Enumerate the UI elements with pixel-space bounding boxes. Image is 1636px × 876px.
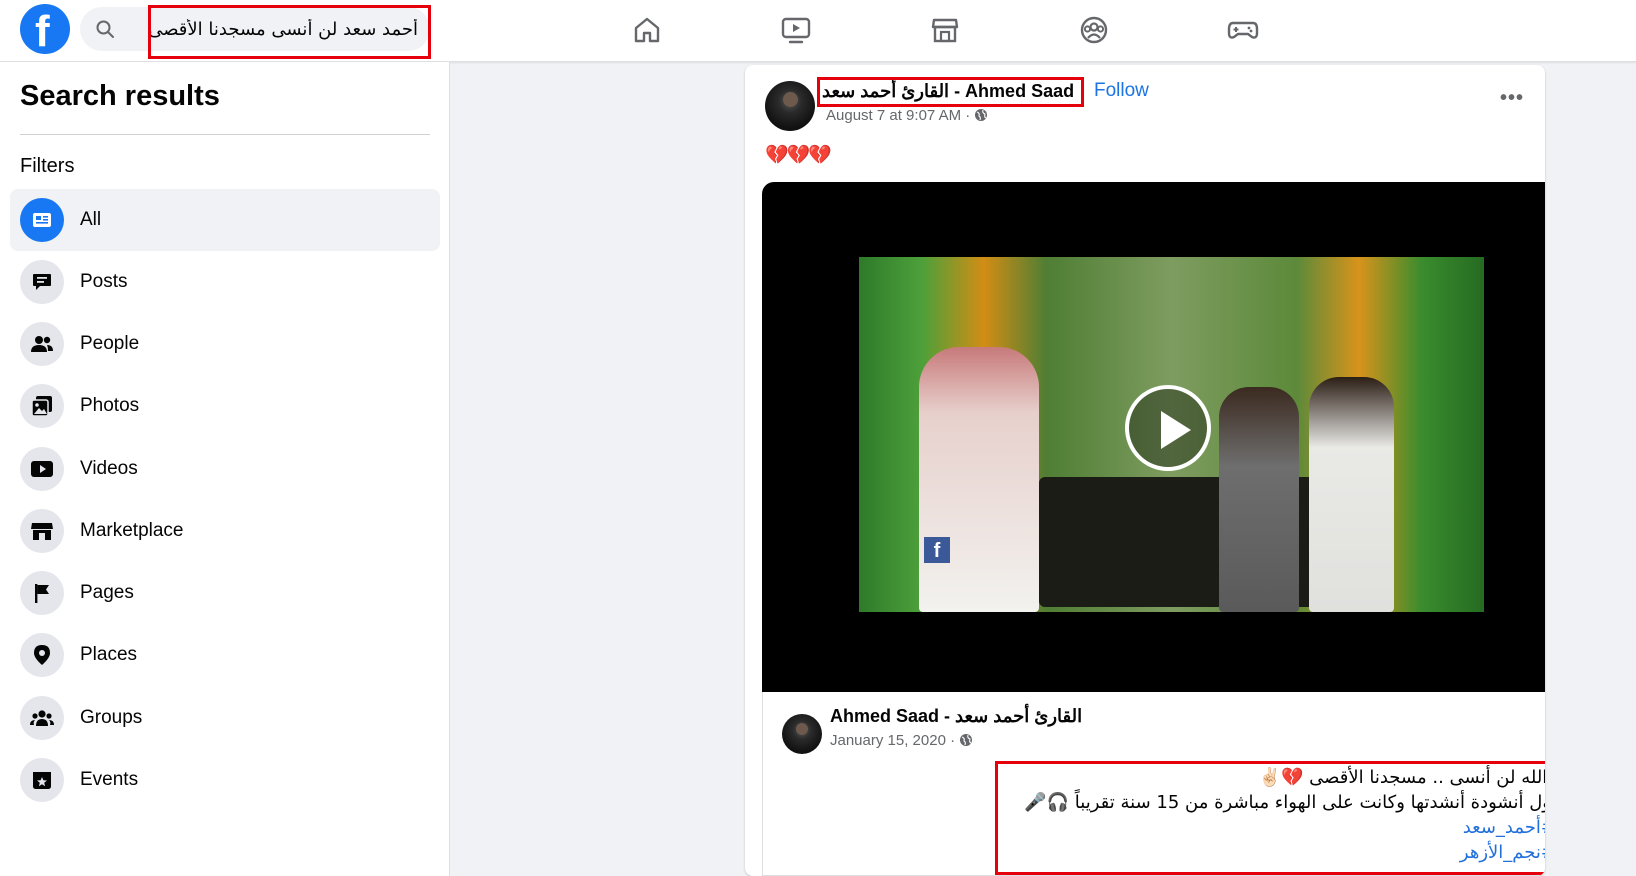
video-player[interactable]: f [762, 182, 1545, 692]
filter-people[interactable]: People [10, 313, 440, 375]
calendar-star-icon [20, 758, 64, 802]
filter-photos[interactable]: Photos [10, 375, 440, 437]
groups-icon[interactable] [1074, 10, 1114, 50]
filter-label: Groups [80, 707, 143, 728]
filter-label: Pages [80, 582, 134, 603]
post-text: 💔💔💔 [765, 145, 832, 166]
shared-post-text: والله لن أنسى .. مسجدنا الأقصى 💔✌🏻 أول أ… [996, 765, 1545, 865]
search-filters-sidebar: Search results Filters All Posts People … [0, 62, 450, 876]
filter-posts[interactable]: Posts [10, 251, 440, 313]
text-line: أول أنشودة أنشدتها وكانت على الهواء مباش… [1024, 792, 1545, 813]
top-navigation-bar: f [0, 0, 1636, 62]
shared-post: Ahmed Saad - القارئ أحمد سعد January 15,… [762, 692, 1545, 876]
filter-label: Places [80, 644, 138, 665]
post-card: القارئ أحمد سعد - Ahmed Saad Follow Augu… [745, 65, 1545, 876]
home-icon[interactable] [627, 10, 667, 50]
filter-label: Videos [80, 458, 138, 479]
follow-button[interactable]: Follow [1094, 80, 1149, 102]
post-timestamp[interactable]: August 7 at 9:07 AM · [826, 107, 988, 124]
hashtag-link[interactable]: #نجم_الأزهر [996, 840, 1545, 865]
post-bubble-icon [20, 260, 64, 304]
marketplace-icon[interactable] [925, 10, 965, 50]
more-options-icon[interactable]: ••• [1500, 87, 1524, 110]
play-icon[interactable] [1125, 385, 1211, 471]
facebook-logo-icon[interactable]: f [20, 4, 70, 56]
hashtag-link[interactable]: #أحمد_سعد [996, 815, 1545, 840]
filter-label: People [80, 333, 140, 354]
search-input[interactable] [150, 15, 418, 43]
filter-label: Photos [80, 395, 140, 416]
flag-icon [20, 571, 64, 615]
timestamp-text: January 15, 2020 · [830, 732, 956, 749]
groups-icon [20, 696, 64, 740]
video-person [1219, 387, 1299, 612]
globe-icon [960, 734, 973, 746]
filter-pages[interactable]: Pages [10, 562, 440, 624]
gaming-icon[interactable] [1223, 10, 1263, 50]
video-person [919, 347, 1039, 612]
video-person [1309, 377, 1394, 612]
people-icon [20, 322, 64, 366]
watch-icon[interactable] [776, 10, 816, 50]
page-title: Search results [20, 80, 220, 112]
author-avatar[interactable] [765, 81, 815, 131]
filter-places[interactable]: Places [10, 624, 440, 686]
timestamp-text: August 7 at 9:07 AM · [826, 107, 971, 124]
filter-label: Marketplace [80, 520, 184, 541]
text-line: والله لن أنسى .. مسجدنا الأقصى 💔✌🏻 [1258, 767, 1545, 788]
facebook-watermark-icon: f [924, 537, 950, 563]
filter-groups[interactable]: Groups [10, 687, 440, 749]
shared-author-name[interactable]: Ahmed Saad - القارئ أحمد سعد [830, 706, 1082, 727]
search-icon [96, 20, 114, 38]
filter-label: Posts [80, 271, 128, 292]
shared-author-avatar[interactable] [782, 714, 822, 754]
globe-icon [975, 109, 988, 121]
post-author-name[interactable]: القارئ أحمد سعد - Ahmed Saad [822, 81, 1074, 102]
filter-all[interactable]: All [10, 189, 440, 251]
filter-label: Events [80, 769, 139, 790]
feed-icon [20, 198, 64, 242]
marketplace-icon [20, 509, 64, 553]
filter-events[interactable]: Events [10, 749, 440, 811]
filter-label: All [80, 209, 102, 230]
video-play-icon [20, 447, 64, 491]
filter-marketplace[interactable]: Marketplace [10, 500, 440, 562]
location-pin-icon [20, 633, 64, 677]
filter-videos[interactable]: Videos [10, 438, 440, 500]
filters-heading: Filters [20, 155, 75, 177]
shared-timestamp[interactable]: January 15, 2020 · [830, 732, 973, 749]
divider [20, 134, 430, 135]
search-box[interactable] [80, 7, 430, 51]
photos-icon [20, 384, 64, 428]
